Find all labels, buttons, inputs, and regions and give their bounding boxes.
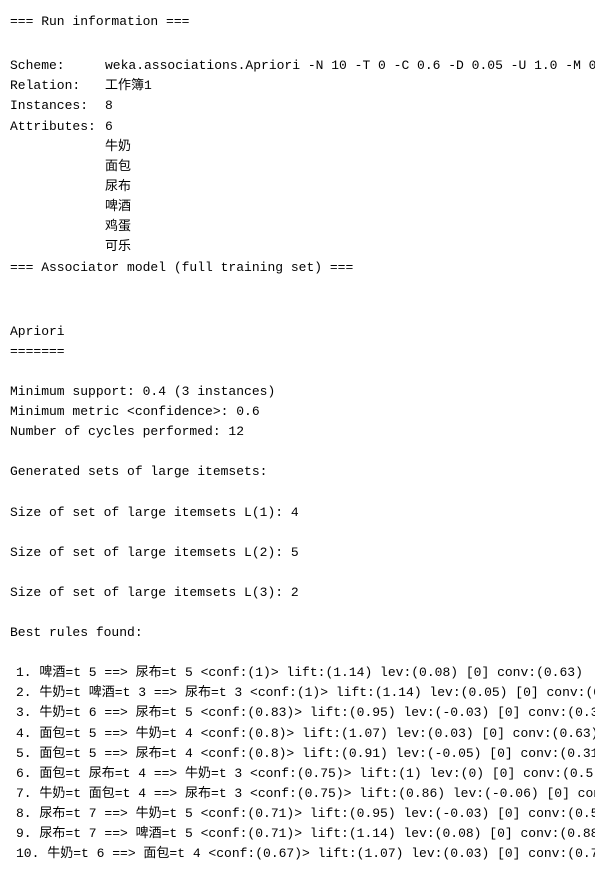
- attribute-item: 啤酒: [105, 197, 585, 217]
- itemsets-l1: Size of set of large itemsets L(1): 4: [10, 503, 585, 523]
- associator-model-header: === Associator model (full training set)…: [10, 258, 585, 278]
- attribute-item: 尿布: [105, 177, 585, 197]
- spacer: [10, 362, 585, 382]
- minimum-metric: Minimum metric <confidence>: 0.6: [10, 402, 585, 422]
- spacer: [10, 442, 585, 462]
- best-rules-header: Best rules found:: [10, 623, 585, 643]
- relation-row: Relation: 工作簿1: [10, 76, 585, 96]
- rule-item: 6. 面包=t 尿布=t 4 ==> 牛奶=t 3 <conf:(0.75)> …: [10, 764, 585, 784]
- attributes-count: 6: [105, 117, 113, 137]
- scheme-label: Scheme:: [10, 56, 105, 76]
- model-dashes: =======: [10, 342, 585, 362]
- instances-label: Instances:: [10, 96, 105, 116]
- minimum-support: Minimum support: 0.4 (3 instances): [10, 382, 585, 402]
- spacer: [10, 643, 585, 663]
- relation-value: 工作簿1: [105, 76, 152, 96]
- spacer: [10, 282, 585, 322]
- attributes-label: Attributes:: [10, 117, 105, 137]
- attribute-item: 牛奶: [105, 137, 585, 157]
- attribute-item: 面包: [105, 157, 585, 177]
- rule-item: 9. 尿布=t 7 ==> 啤酒=t 5 <conf:(0.71)> lift:…: [10, 824, 585, 844]
- attributes-row: Attributes: 6: [10, 117, 585, 137]
- itemsets-l3: Size of set of large itemsets L(3): 2: [10, 583, 585, 603]
- rule-item: 3. 牛奶=t 6 ==> 尿布=t 5 <conf:(0.83)> lift:…: [10, 703, 585, 723]
- spacer: [10, 36, 585, 56]
- instances-row: Instances: 8: [10, 96, 585, 116]
- rule-item: 5. 面包=t 5 ==> 尿布=t 4 <conf:(0.8)> lift:(…: [10, 744, 585, 764]
- model-name: Apriori: [10, 322, 585, 342]
- spacer: [10, 483, 585, 503]
- scheme-value: weka.associations.Apriori -N 10 -T 0 -C …: [105, 56, 595, 76]
- rule-item: 2. 牛奶=t 啤酒=t 3 ==> 尿布=t 3 <conf:(1)> lif…: [10, 683, 585, 703]
- scheme-row: Scheme: weka.associations.Apriori -N 10 …: [10, 56, 585, 76]
- rule-item: 4. 面包=t 5 ==> 牛奶=t 4 <conf:(0.8)> lift:(…: [10, 724, 585, 744]
- cycles-performed: Number of cycles performed: 12: [10, 422, 585, 442]
- rule-item: 1. 啤酒=t 5 ==> 尿布=t 5 <conf:(1)> lift:(1.…: [10, 663, 585, 683]
- spacer: [10, 523, 585, 543]
- rule-item: 10. 牛奶=t 6 ==> 面包=t 4 <conf:(0.67)> lift…: [10, 844, 585, 864]
- spacer: [10, 603, 585, 623]
- rule-item: 7. 牛奶=t 面包=t 4 ==> 尿布=t 3 <conf:(0.75)> …: [10, 784, 585, 804]
- itemsets-l2: Size of set of large itemsets L(2): 5: [10, 543, 585, 563]
- instances-value: 8: [105, 96, 113, 116]
- relation-label: Relation:: [10, 76, 105, 96]
- run-information-header: === Run information ===: [10, 12, 585, 32]
- spacer: [10, 563, 585, 583]
- rule-item: 8. 尿布=t 7 ==> 牛奶=t 5 <conf:(0.71)> lift:…: [10, 804, 585, 824]
- attribute-item: 鸡蛋: [105, 217, 585, 237]
- generated-itemsets-header: Generated sets of large itemsets:: [10, 462, 585, 482]
- attribute-item: 可乐: [105, 237, 585, 257]
